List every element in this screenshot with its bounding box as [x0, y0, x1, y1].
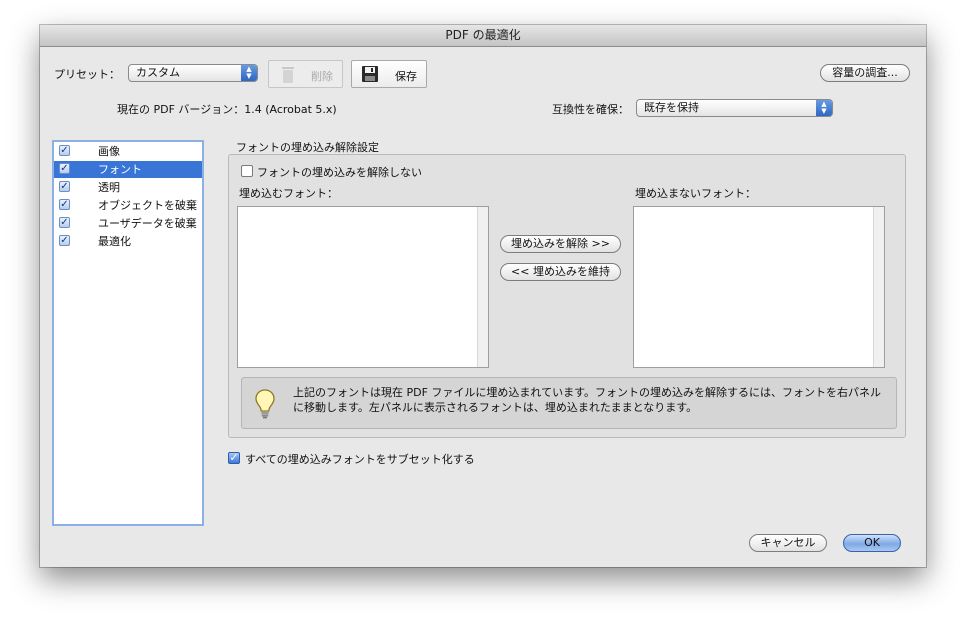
floppy-disk-icon	[362, 66, 378, 82]
checkbox-checked-icon[interactable]: ✓	[59, 235, 70, 246]
font-unembed-group: フォントの埋め込みを解除しない 埋め込むフォント： 埋め込まないフォント： 埋め…	[228, 154, 906, 438]
unembedded-fonts-title: 埋め込まないフォント：	[635, 187, 756, 200]
sidebar-item-label: 画像	[98, 145, 120, 158]
info-box: 上記のフォントは現在 PDF ファイルに埋め込まれています。フォントの埋め込みを…	[241, 377, 897, 429]
retain-embed-button[interactable]: << 埋め込みを維持	[500, 263, 621, 281]
sidebar-item-transparency[interactable]: ✓ 透明	[54, 179, 202, 196]
checkbox-checked-icon[interactable]: ✓	[59, 199, 70, 210]
sidebar-item-optimize[interactable]: ✓ 最適化	[54, 233, 202, 250]
pdf-version-label: 現在の PDF バージョン：1.4 (Acrobat 5.x)	[117, 103, 337, 116]
unembed-button[interactable]: 埋め込みを解除 >>	[500, 235, 621, 253]
checkbox-checked-icon[interactable]: ✓	[59, 163, 70, 174]
unembedded-fonts-list[interactable]	[633, 206, 885, 368]
embedded-fonts-list[interactable]	[237, 206, 489, 368]
checkbox-checked-icon[interactable]: ✓	[59, 145, 70, 156]
scrollbar[interactable]	[477, 207, 488, 367]
checkbox-checked-icon[interactable]: ✓	[59, 181, 70, 192]
save-label: 保存	[395, 70, 417, 83]
sidebar-item-label: 透明	[98, 181, 120, 194]
trash-icon	[282, 67, 294, 83]
compat-label: 互換性を確保：	[552, 103, 629, 116]
compat-popup[interactable]: 既存を保持 ▲ ▼	[636, 99, 833, 117]
cancel-button[interactable]: キャンセル	[749, 534, 827, 552]
popup-arrows-icon: ▲ ▼	[816, 100, 832, 116]
subset-fonts-label[interactable]: すべての埋め込みフォントをサブセット化する	[245, 451, 475, 467]
info-text-line-2: に移動します。左パネルに表示されるフォントは、埋め込まれたままとなります。	[293, 401, 698, 414]
preset-label: プリセット：	[54, 68, 120, 81]
lightbulb-icon	[255, 389, 275, 419]
sidebar-item-label: フォント	[98, 163, 142, 176]
save-preset-button[interactable]: 保存	[351, 60, 427, 88]
sidebar-item-discard-objects[interactable]: ✓ オブジェクトを破棄	[54, 197, 202, 214]
preset-value: カスタム	[136, 66, 180, 79]
ok-button[interactable]: OK	[843, 534, 901, 552]
no-unembed-label[interactable]: フォントの埋め込みを解除しない	[257, 164, 422, 180]
scrollbar[interactable]	[873, 207, 884, 367]
popup-arrows-icon: ▲ ▼	[241, 65, 257, 81]
embedded-fonts-title: 埋め込むフォント：	[239, 187, 338, 200]
delete-label: 削除	[311, 70, 333, 83]
subset-fonts-checkbox[interactable]: ✓	[228, 452, 240, 464]
compat-value: 既存を保持	[644, 101, 699, 114]
info-text-line-1: 上記のフォントは現在 PDF ファイルに埋め込まれています。フォントの埋め込みを…	[293, 386, 881, 399]
sidebar-item-label: オブジェクトを破棄	[98, 199, 197, 212]
checkbox-checked-icon[interactable]: ✓	[59, 217, 70, 228]
sidebar-item-label: 最適化	[98, 235, 131, 248]
sidebar-item-discard-user-data[interactable]: ✓ ユーザデータを破棄	[54, 215, 202, 232]
sidebar-item-label: ユーザデータを破棄	[98, 217, 197, 230]
sidebar-item-fonts[interactable]: ✓ フォント	[54, 161, 202, 178]
optimize-pdf-dialog: PDF の最適化 プリセット： カスタム ▲ ▼ 削除 保存 容量の調査... 現…	[40, 25, 926, 567]
audit-space-button[interactable]: 容量の調査...	[820, 64, 910, 82]
settings-category-list: ✓ 画像 ✓ フォント ✓ 透明 ✓ オブジェクトを破棄 ✓ ユーザデータを破棄…	[52, 140, 204, 526]
delete-preset-button[interactable]: 削除	[268, 60, 343, 88]
sidebar-item-images[interactable]: ✓ 画像	[54, 143, 202, 160]
preset-popup[interactable]: カスタム ▲ ▼	[128, 64, 258, 82]
no-unembed-checkbox[interactable]	[241, 165, 253, 177]
font-group-title: フォントの埋め込み解除設定	[236, 141, 379, 154]
window-title[interactable]: PDF の最適化	[40, 25, 926, 47]
